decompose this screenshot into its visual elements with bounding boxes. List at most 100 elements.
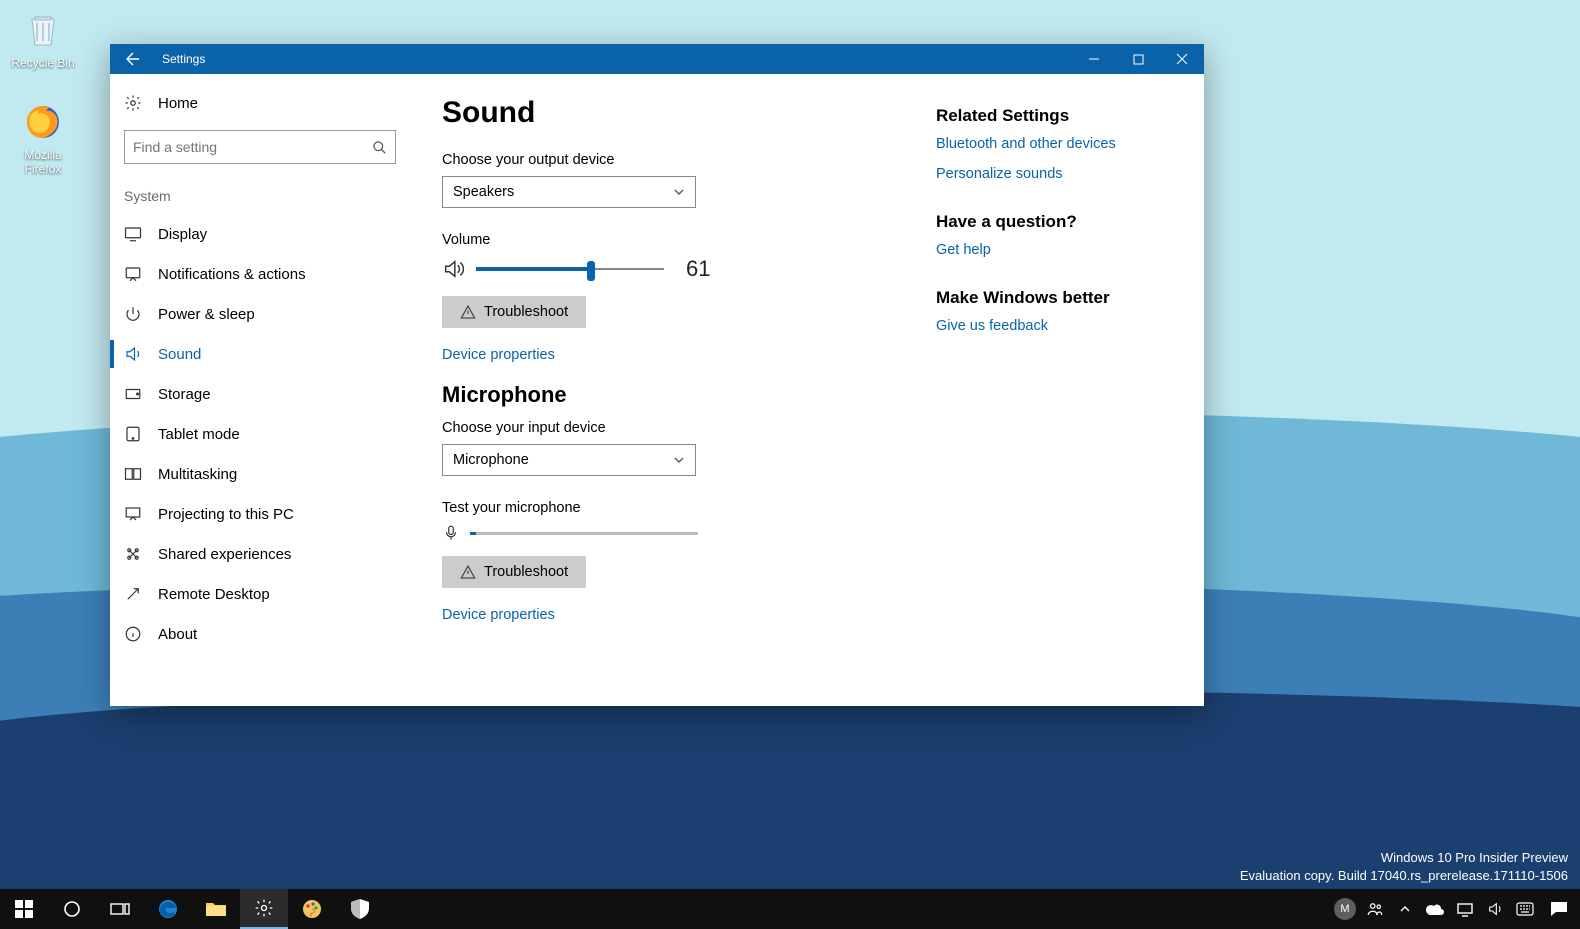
- sidebar-item-storage[interactable]: Storage: [110, 374, 410, 414]
- sidebar-item-projecting[interactable]: Projecting to this PC: [110, 494, 410, 534]
- sidebar-item-notifications[interactable]: Notifications & actions: [110, 254, 410, 294]
- link-bluetooth[interactable]: Bluetooth and other devices: [936, 136, 1172, 152]
- sidebar-item-label: About: [158, 626, 197, 643]
- search-input[interactable]: [133, 139, 372, 155]
- recycle-bin-icon: [19, 6, 67, 54]
- sidebar-home-label: Home: [158, 95, 198, 112]
- desktop-icon-label: Mozilla Firefox: [6, 148, 80, 176]
- speaker-icon: [442, 258, 464, 280]
- gear-icon: [124, 94, 142, 112]
- link-personalize-sounds[interactable]: Personalize sounds: [936, 166, 1172, 182]
- minimize-button[interactable]: [1072, 44, 1116, 74]
- sound-icon: [124, 345, 142, 363]
- display-icon: [124, 225, 142, 243]
- chevron-down-icon: [673, 186, 685, 198]
- sidebar-item-about[interactable]: About: [110, 614, 410, 654]
- task-view-button[interactable]: [96, 889, 144, 929]
- better-heading: Make Windows better: [936, 288, 1172, 308]
- sidebar-item-label: Multitasking: [158, 466, 237, 483]
- output-troubleshoot-button[interactable]: Troubleshoot: [442, 296, 586, 328]
- related-settings-heading: Related Settings: [936, 106, 1172, 126]
- button-label: Troubleshoot: [484, 304, 568, 320]
- output-device-properties-link[interactable]: Device properties: [442, 347, 555, 363]
- multitasking-icon: [124, 465, 142, 483]
- info-icon: [124, 625, 142, 643]
- volume-slider[interactable]: [476, 267, 664, 271]
- tray-people[interactable]: [1362, 889, 1388, 929]
- sidebar-item-tablet[interactable]: Tablet mode: [110, 414, 410, 454]
- tray-onedrive-icon[interactable]: [1422, 889, 1448, 929]
- titlebar[interactable]: Settings: [110, 44, 1204, 74]
- maximize-button[interactable]: [1116, 44, 1160, 74]
- taskbar[interactable]: M: [0, 889, 1580, 929]
- tray-chevron-up-icon[interactable]: [1392, 889, 1418, 929]
- desktop-icon-recycle-bin[interactable]: Recycle Bin: [6, 6, 80, 70]
- tray-user[interactable]: M: [1332, 889, 1358, 929]
- question-heading: Have a question?: [936, 212, 1172, 232]
- page-title: Sound: [442, 96, 896, 130]
- sidebar-item-multitasking[interactable]: Multitasking: [110, 454, 410, 494]
- warning-icon: [460, 564, 476, 580]
- sidebar: Home System Display Notifications & acti…: [110, 74, 410, 706]
- firefox-icon: [19, 98, 67, 146]
- output-device-label: Choose your output device: [442, 152, 896, 168]
- link-get-help[interactable]: Get help: [936, 242, 1172, 258]
- taskbar-settings[interactable]: [240, 889, 288, 929]
- link-feedback[interactable]: Give us feedback: [936, 318, 1172, 334]
- mic-level-bar: [470, 532, 698, 535]
- back-button[interactable]: [110, 44, 156, 74]
- mic-troubleshoot-button[interactable]: Troubleshoot: [442, 556, 586, 588]
- sidebar-home[interactable]: Home: [110, 84, 410, 122]
- desktop-icon-label: Recycle Bin: [6, 56, 80, 70]
- start-button[interactable]: [0, 889, 48, 929]
- tray-ime-icon[interactable]: [1512, 889, 1538, 929]
- remote-icon: [124, 585, 142, 603]
- slider-fill: [476, 267, 591, 271]
- window-title: Settings: [156, 52, 1072, 66]
- input-device-label: Choose your input device: [442, 420, 896, 436]
- sidebar-item-label: Power & sleep: [158, 306, 255, 323]
- input-device-dropdown[interactable]: Microphone: [442, 444, 696, 476]
- microphone-icon: [442, 524, 460, 542]
- sidebar-item-label: Storage: [158, 386, 211, 403]
- search-box[interactable]: [124, 130, 396, 164]
- sidebar-item-label: Display: [158, 226, 207, 243]
- sidebar-item-label: Remote Desktop: [158, 586, 270, 603]
- tray-volume-icon[interactable]: [1482, 889, 1508, 929]
- microphone-heading: Microphone: [442, 382, 896, 408]
- desktop[interactable]: Recycle Bin Mozilla Firefox Settings: [0, 0, 1580, 929]
- output-device-dropdown[interactable]: Speakers: [442, 176, 696, 208]
- search-icon: [372, 140, 387, 155]
- sidebar-item-shared[interactable]: Shared experiences: [110, 534, 410, 574]
- projecting-icon: [124, 505, 142, 523]
- taskbar-explorer[interactable]: [192, 889, 240, 929]
- tray-action-center-icon[interactable]: [1542, 889, 1576, 929]
- taskbar-paint[interactable]: [288, 889, 336, 929]
- watermark: Windows 10 Pro Insider Preview Evaluatio…: [1240, 849, 1568, 885]
- watermark-line1: Windows 10 Pro Insider Preview: [1240, 849, 1568, 867]
- sidebar-item-remote[interactable]: Remote Desktop: [110, 574, 410, 614]
- taskbar-security[interactable]: [336, 889, 384, 929]
- input-device-value: Microphone: [453, 452, 529, 468]
- close-button[interactable]: [1160, 44, 1204, 74]
- desktop-icon-firefox[interactable]: Mozilla Firefox: [6, 98, 80, 176]
- volume-value: 61: [686, 256, 710, 282]
- sidebar-item-power[interactable]: Power & sleep: [110, 294, 410, 334]
- sidebar-item-label: Shared experiences: [158, 546, 291, 563]
- settings-window: Settings Home Syste: [110, 44, 1204, 706]
- mic-device-properties-link[interactable]: Device properties: [442, 607, 555, 623]
- taskbar-edge[interactable]: [144, 889, 192, 929]
- test-mic-label: Test your microphone: [442, 500, 896, 516]
- button-label: Troubleshoot: [484, 564, 568, 580]
- slider-thumb[interactable]: [587, 261, 595, 281]
- cortana-button[interactable]: [48, 889, 96, 929]
- mic-level-fill: [470, 532, 476, 535]
- volume-label: Volume: [442, 232, 896, 248]
- sidebar-group-title: System: [110, 182, 410, 214]
- sidebar-item-sound[interactable]: Sound: [110, 334, 410, 374]
- tray-network-icon[interactable]: [1452, 889, 1478, 929]
- sidebar-item-label: Sound: [158, 346, 201, 363]
- shared-icon: [124, 545, 142, 563]
- sidebar-item-label: Notifications & actions: [158, 266, 306, 283]
- sidebar-item-display[interactable]: Display: [110, 214, 410, 254]
